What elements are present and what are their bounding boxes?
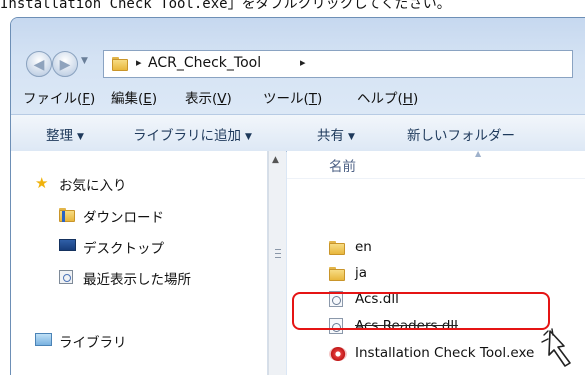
menu-view[interactable]: 表示(V) (185, 87, 232, 107)
back-arrow-icon: ◀ (33, 57, 45, 73)
window-chrome: ◀ ▶ ▼ ▸ ACR_Check_Tool ▸ ファイル(F) 編集(E) 表… (11, 18, 585, 114)
instruction-caption: Installation Check Tool.exe」をダブルクリックしてくだ… (0, 0, 451, 12)
library-icon (35, 333, 52, 346)
share-button[interactable]: 共有 ▼ (317, 124, 355, 144)
scroll-grip-icon[interactable] (270, 246, 285, 286)
command-bar: 整理 ▼ ライブラリに追加 ▼ 共有 ▼ 新しいフォルダー (11, 114, 585, 152)
mouse-pointer-icon (541, 328, 571, 367)
folder-icon (112, 57, 128, 71)
breadcrumb-folder[interactable]: ACR_Check_Tool (148, 55, 261, 71)
scroll-up-icon[interactable]: ▲ (272, 155, 279, 165)
address-bar[interactable]: ▸ ACR_Check_Tool ▸ (103, 50, 573, 78)
add-to-library-button[interactable]: ライブラリに追加 ▼ (133, 124, 252, 144)
highlight-box (292, 292, 550, 330)
star-icon: ★ (35, 174, 49, 192)
dropdown-arrow-icon: ▼ (245, 132, 252, 142)
breadcrumb-separator-icon[interactable]: ▸ (136, 56, 142, 69)
download-folder-icon (59, 208, 75, 222)
new-folder-button[interactable]: 新しいフォルダー (407, 124, 515, 144)
organize-button[interactable]: 整理 ▼ (46, 124, 84, 144)
recent-places-icon (59, 270, 73, 284)
recent-pages-dropdown[interactable]: ▼ (81, 56, 88, 66)
sort-arrow-icon: ▲ (475, 149, 482, 158)
folder-icon (329, 241, 345, 255)
breadcrumb-separator-icon[interactable]: ▸ (300, 56, 306, 69)
menu-tools[interactable]: ツール(T) (263, 87, 322, 107)
forward-arrow-icon: ▶ (59, 57, 71, 73)
desktop-icon (59, 239, 76, 251)
exe-app-icon (329, 347, 347, 361)
forward-button[interactable]: ▶ (52, 51, 78, 77)
navigation-pane: ★ お気に入り ダウンロード デスクトップ 最近表示した場所 ライブラリ (11, 151, 268, 375)
column-header-name[interactable]: 名前 (329, 155, 356, 175)
menu-bar: ファイル(F) 編集(E) 表示(V) ツール(T) ヘルプ(H) (11, 84, 585, 108)
menu-file[interactable]: ファイル(F) (23, 87, 95, 107)
dropdown-arrow-icon: ▼ (77, 132, 84, 142)
back-button[interactable]: ◀ (26, 51, 52, 77)
menu-edit[interactable]: 編集(E) (111, 87, 157, 107)
navigation-scrollbar[interactable]: ▲ (268, 151, 286, 375)
menu-help[interactable]: ヘルプ(H) (357, 87, 418, 107)
folder-icon (329, 267, 345, 281)
dropdown-arrow-icon: ▼ (348, 132, 355, 142)
